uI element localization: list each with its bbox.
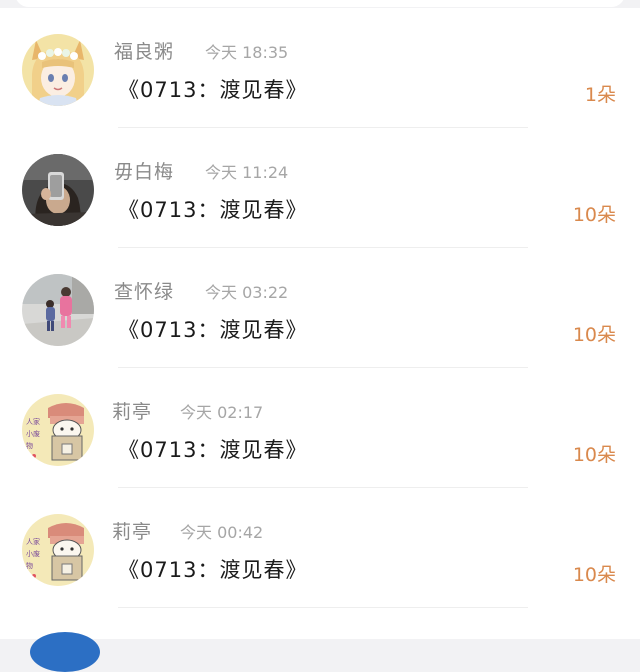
list-item[interactable]: 查怀绿 今天 03:22 《0713：渡见春》 10朵 xyxy=(0,248,640,368)
sender-name: 莉亭 xyxy=(112,521,153,543)
sender-name: 莉亭 xyxy=(112,401,153,423)
gift-title: 《0713：渡见春》 xyxy=(118,558,308,582)
svg-text:物: 物 xyxy=(26,441,33,450)
sender-name: 毋白梅 xyxy=(114,161,175,183)
gift-title: 《0713：渡见春》 xyxy=(118,318,308,342)
gift-amount: 10朵 xyxy=(572,444,616,466)
gift-title: 《0713：渡见春》 xyxy=(118,78,308,102)
avatar[interactable]: 人家 小废 物 xyxy=(22,514,94,586)
svg-text:人家: 人家 xyxy=(26,537,40,546)
header-card-edge xyxy=(15,0,625,7)
mirror-selfie-avatar-icon xyxy=(22,154,94,226)
gift-amount: 10朵 xyxy=(572,324,616,346)
row-divider xyxy=(118,607,528,608)
svg-text:物: 物 xyxy=(26,561,33,570)
gift-time: 今天 18:35 xyxy=(205,43,289,62)
list-item[interactable]: 福良粥 今天 18:35 《0713：渡见春》 1朵 xyxy=(0,8,640,128)
avatar[interactable] xyxy=(22,154,94,226)
gift-time: 今天 00:42 xyxy=(180,523,264,542)
gift-time: 今天 03:22 xyxy=(205,283,289,302)
gift-title: 《0713：渡见春》 xyxy=(118,198,308,222)
gift-amount: 10朵 xyxy=(572,564,616,586)
anime-fox-girl-avatar-icon xyxy=(22,34,94,106)
avatar[interactable]: 人家 小废 物 xyxy=(22,394,94,466)
gift-title: 《0713：渡见春》 xyxy=(118,438,308,462)
next-row-avatar[interactable] xyxy=(30,632,100,672)
gift-amount: 1朵 xyxy=(584,84,616,106)
svg-text:人家: 人家 xyxy=(26,417,40,426)
avatar[interactable] xyxy=(22,34,94,106)
avatar[interactable] xyxy=(22,274,94,346)
list-item[interactable]: 人家 小废 物 莉亭 今天 00:42 《0713：渡见春》 10朵 xyxy=(0,488,640,608)
list-item[interactable]: 毋白梅 今天 11:24 《0713：渡见春》 10朵 xyxy=(0,128,640,248)
gift-record-list[interactable]: 福良粥 今天 18:35 《0713：渡见春》 1朵 毋白梅 今天 11:24 … xyxy=(0,8,640,639)
sender-name: 福良粥 xyxy=(114,41,175,63)
cat-in-box-sticker-avatar-icon: 人家 小废 物 xyxy=(22,514,94,586)
svg-text:小废: 小废 xyxy=(26,549,40,558)
cat-in-box-sticker-avatar-icon: 人家 小废 物 xyxy=(22,394,94,466)
gift-time: 今天 11:24 xyxy=(205,163,289,182)
sender-name: 查怀绿 xyxy=(114,281,175,303)
gift-time: 今天 02:17 xyxy=(180,403,264,422)
svg-text:小废: 小废 xyxy=(26,429,40,438)
list-item[interactable]: 人家 小废 物 莉亭 今天 02:17 《0713：渡见春》 10朵 xyxy=(0,368,640,488)
gift-amount: 10朵 xyxy=(572,204,616,226)
kids-walking-avatar-icon xyxy=(22,274,94,346)
